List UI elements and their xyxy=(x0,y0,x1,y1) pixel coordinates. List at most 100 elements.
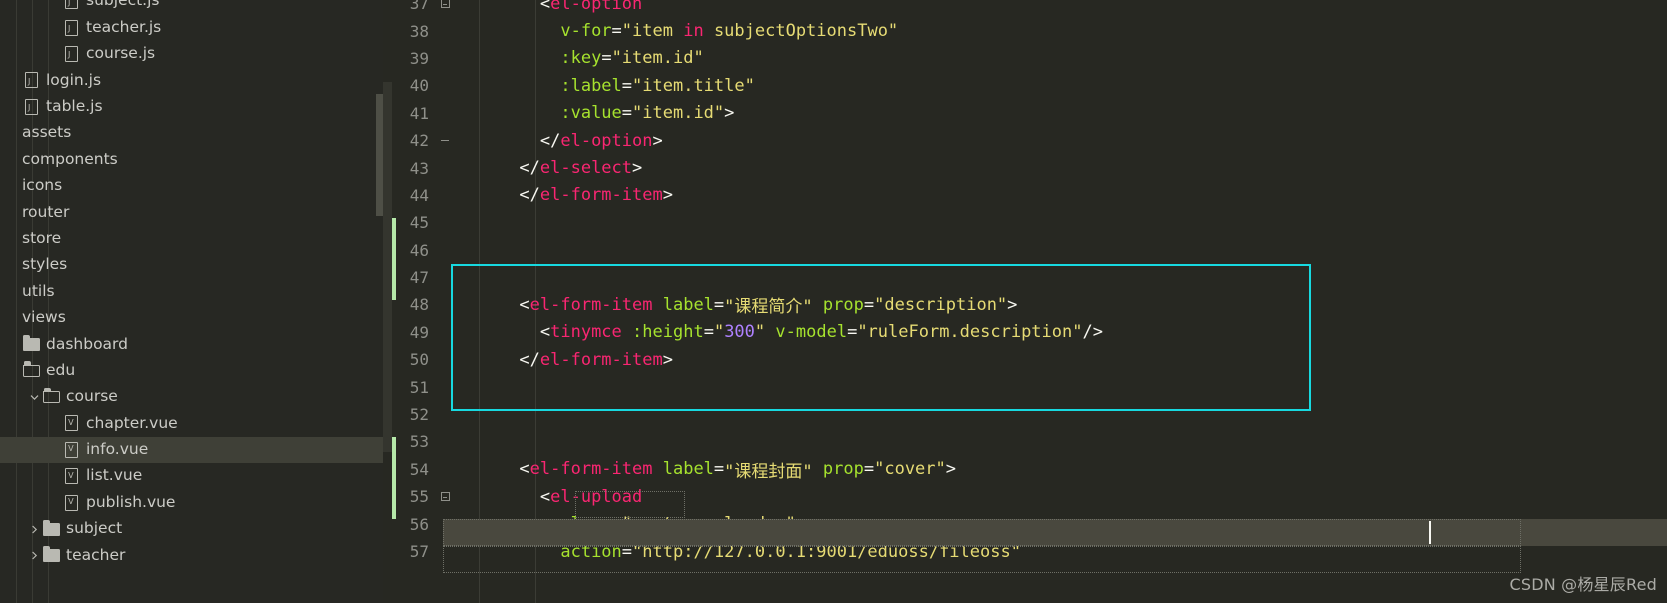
tree-item-label: login.js xyxy=(46,70,102,89)
line-number: 52 xyxy=(409,405,429,425)
fold-collapse-icon[interactable] xyxy=(438,0,452,17)
vue-file-icon xyxy=(62,415,80,432)
line-number: 37 xyxy=(409,0,429,14)
line-number: 47 xyxy=(409,268,429,288)
code-line[interactable]: 37 < el-option xyxy=(383,0,1667,17)
folder-icon xyxy=(42,519,60,536)
line-number: 43 xyxy=(409,158,429,178)
file-tree[interactable]: subject.js teacher.js course.js login.js tab… xyxy=(0,0,383,569)
line-number: 41 xyxy=(409,103,429,123)
tree-item-label: chapter.vue xyxy=(86,413,178,432)
code-line-text: < el-form-item label = "课程简介" prop = "descrip… xyxy=(458,294,1018,318)
tree-item-store[interactable]: store xyxy=(0,226,383,252)
line-number: 44 xyxy=(409,185,429,205)
tree-item-course[interactable]: course xyxy=(0,384,383,410)
code-line[interactable]: 49 < tinymce :height = " 300 " v-model = "ruleF… xyxy=(383,319,1667,346)
tree-item-chapter-vue[interactable]: chapter.vue xyxy=(0,410,383,436)
code-line[interactable]: 40 :label = "item.title" xyxy=(383,72,1667,99)
vue-file-icon xyxy=(62,441,80,458)
code-line[interactable]: 50 </el-form-item > xyxy=(383,346,1667,373)
line-number: 46 xyxy=(409,240,429,260)
vue-file-icon xyxy=(62,468,80,485)
code-line[interactable]: 44 </el-form-item > xyxy=(383,182,1667,209)
fold-collapse-icon[interactable] xyxy=(438,483,452,510)
tree-item-label: subject xyxy=(66,519,123,538)
tree-item-dashboard[interactable]: dashboard xyxy=(0,331,383,357)
line-number: 42 xyxy=(409,131,429,151)
tree-item-router[interactable]: router xyxy=(0,199,383,225)
sidebar-scrollbar[interactable] xyxy=(373,0,383,603)
code-line[interactable]: 47 xyxy=(383,264,1667,291)
tree-item-publish-vue[interactable]: publish.vue xyxy=(0,489,383,515)
tree-item-components[interactable]: components xyxy=(0,146,383,172)
vscode-window: subject.js teacher.js course.js login.js tab… xyxy=(0,0,1667,603)
chevron-down-icon[interactable] xyxy=(26,393,42,402)
code-line[interactable]: 48 < el-form-item label = "课程简介" prop = "desc… xyxy=(383,291,1667,318)
code-line-text: < el-option xyxy=(458,0,643,14)
code-line-text: </el-select > xyxy=(458,158,643,179)
line-number: 56 xyxy=(409,514,429,534)
tree-item-styles[interactable]: styles xyxy=(0,252,383,278)
tree-item-course-js[interactable]: course.js xyxy=(0,41,383,67)
occurrence-highlight xyxy=(575,491,685,518)
code-line[interactable]: 51 xyxy=(383,373,1667,400)
code-line-text: :value = "item.id" > xyxy=(560,103,735,124)
line-number: 53 xyxy=(409,432,429,452)
code-line[interactable]: 53 xyxy=(383,428,1667,455)
code-line[interactable]: 39 :key = "item.id" xyxy=(383,45,1667,72)
tree-item-label: course.js xyxy=(86,44,156,63)
tree-item-edu[interactable]: edu xyxy=(0,357,383,383)
code-line-text: :key = "item.id" xyxy=(560,48,704,69)
tree-item-utils[interactable]: utils xyxy=(0,278,383,304)
tree-item-teacher-js[interactable]: teacher.js xyxy=(0,14,383,40)
code-line[interactable]: 52 xyxy=(383,401,1667,428)
tree-item-table-js[interactable]: table.js xyxy=(0,94,383,120)
code-line-text: < tinymce :height = " 300 " v-model = "ruleForm… xyxy=(458,322,1103,343)
tree-item-teacher[interactable]: teacher xyxy=(0,542,383,568)
csdn-watermark: CSDN @杨星辰Red xyxy=(1509,575,1657,594)
code-line-text: </el-form-item > xyxy=(458,185,673,206)
code-line[interactable]: 38 v-for = "item in subjectOptionsTwo" xyxy=(383,17,1667,44)
sidebar-scrollbar-thumb[interactable] xyxy=(376,94,383,216)
text-caret xyxy=(1429,521,1431,544)
folder-open-icon xyxy=(22,361,40,377)
code-line[interactable]: 46 xyxy=(383,237,1667,264)
line-number: 51 xyxy=(409,377,429,397)
tree-item-views[interactable]: views xyxy=(0,305,383,331)
tree-item-label: router xyxy=(22,202,70,221)
code-line[interactable]: 45 xyxy=(383,209,1667,236)
code-line[interactable]: 42 </el-option > xyxy=(383,127,1667,154)
line-number: 48 xyxy=(409,295,429,315)
tree-item-label: table.js xyxy=(46,97,103,115)
fold-endmark-icon[interactable] xyxy=(438,127,452,154)
line-number: 57 xyxy=(409,542,429,561)
tree-item-label: assets xyxy=(22,123,72,142)
line-number: 45 xyxy=(409,213,429,233)
tree-item-list-vue[interactable]: list.vue xyxy=(0,463,383,489)
tree-item-subject[interactable]: subject xyxy=(0,516,383,542)
line-number: 39 xyxy=(409,48,429,68)
code-lines[interactable]: 37 < el-option 38 v-for = "item in subjectOp… xyxy=(383,0,1667,565)
tree-item-login-js[interactable]: login.js xyxy=(0,67,383,93)
tree-item-label: info.vue xyxy=(86,440,149,459)
tree-item-label: utils xyxy=(22,281,55,300)
tree-item-subject-js[interactable]: subject.js xyxy=(0,0,383,14)
folder-icon xyxy=(22,334,40,351)
tree-item-label: list.vue xyxy=(86,466,143,485)
code-editor-pane[interactable]: 37 < el-option 38 v-for = "item in subjectOp… xyxy=(383,0,1667,603)
javascript-file-icon xyxy=(62,0,80,10)
code-line[interactable]: 54 < el-form-item label = "课程封面" prop = "cove… xyxy=(383,456,1667,483)
file-explorer-sidebar[interactable]: subject.js teacher.js course.js login.js tab… xyxy=(0,0,383,603)
javascript-file-icon xyxy=(22,98,40,115)
line-number: 49 xyxy=(409,322,429,342)
tree-item-label: edu xyxy=(46,360,76,379)
code-line[interactable]: 43 </el-select > xyxy=(383,154,1667,181)
chevron-right-icon[interactable] xyxy=(26,525,42,534)
tree-item-icons[interactable]: icons xyxy=(0,173,383,199)
code-line[interactable]: 41 :value = "item.id" > xyxy=(383,100,1667,127)
tree-item-info-vue[interactable]: info.vue xyxy=(0,436,383,464)
tree-item-assets[interactable]: assets xyxy=(0,120,383,146)
line-number: 40 xyxy=(409,76,429,96)
chevron-right-icon[interactable] xyxy=(26,551,42,560)
line-number: 50 xyxy=(409,350,429,370)
